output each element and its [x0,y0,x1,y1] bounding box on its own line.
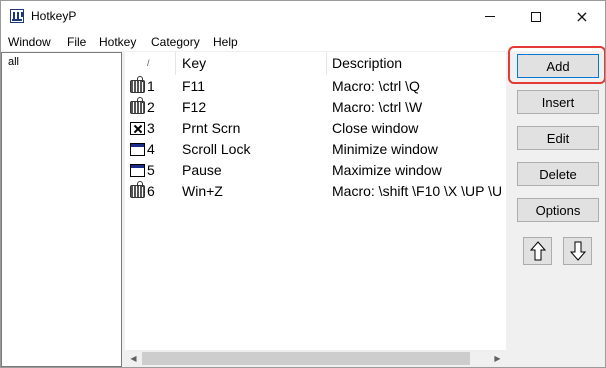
row-index: 6 [147,183,155,199]
move-down-button[interactable] [563,237,592,265]
category-list[interactable]: all [1,52,122,367]
keyboard-icon [130,76,145,93]
column-header-description-label: Description [332,55,403,71]
add-button[interactable]: Add [517,54,599,78]
maximize-button[interactable] [513,1,559,32]
table-row[interactable]: 2 F12 Macro: \ctrl \W [125,97,506,119]
scroll-left-icon: ◀ [130,354,137,363]
window-title: HotkeyP [31,9,77,23]
minimize-button[interactable] [467,1,513,32]
scroll-right-button[interactable]: ▶ [489,350,506,367]
row-description: Macro: \ctrl \Q [332,78,420,94]
row-index: 4 [147,141,155,157]
row-key: F12 [182,99,207,115]
delete-button[interactable]: Delete [517,162,599,186]
column-header-key-label: Key [182,55,207,71]
sort-indicator-icon: / [147,58,150,68]
row-key: Pause [182,162,222,178]
scroll-left-button[interactable]: ◀ [125,350,142,367]
category-item-all[interactable]: all [8,56,19,68]
row-key: Win+Z [182,183,223,199]
row-index: 5 [147,162,155,178]
insert-button[interactable]: Insert [517,90,599,114]
table-row[interactable]: 1 F11 Macro: \ctrl \Q [125,76,506,98]
arrow-down-icon [569,241,586,261]
table-row[interactable]: 4 Scroll Lock Minimize window [125,140,506,161]
arrow-up-icon [529,241,546,261]
scrollbar-thumb[interactable] [142,352,470,365]
hotkey-list[interactable]: / Key Description 1 F11 Macro: \ctrl \Q … [125,52,506,367]
row-description: Maximize window [332,162,442,178]
row-description: Close window [332,120,419,136]
column-header-description[interactable]: Description [327,52,506,75]
keyboard-icon [130,181,145,198]
menu-file[interactable]: File [67,35,86,49]
row-index: 2 [147,99,155,115]
row-description: Macro: \ctrl \W [332,99,423,115]
row-description: Macro: \shift \F10 \X \UP \U [332,183,503,199]
app-icon [10,9,24,23]
maximize-icon [531,11,541,22]
window-icon [130,143,145,156]
title-bar[interactable]: HotkeyP × [1,1,605,32]
row-index: 1 [147,78,155,94]
options-button[interactable]: Options [517,198,599,222]
table-row[interactable]: 6 Win+Z Macro: \shift \F10 \X \UP \U [125,181,506,203]
column-header-key[interactable]: Key [176,52,327,75]
menu-category[interactable]: Category [151,35,200,49]
hotkeyp-window: HotkeyP × Window File Hotkey Category He… [0,0,606,368]
horizontal-scrollbar[interactable]: ◀ ▶ [125,350,506,367]
minimize-icon [485,16,495,17]
close-icon: × [575,7,589,26]
row-key: Prnt Scrn [182,120,241,136]
keyboard-icon [130,97,145,114]
row-description: Minimize window [332,141,438,157]
row-key: F11 [182,78,206,94]
column-header-index[interactable]: / [125,52,176,75]
row-index: 3 [147,120,155,136]
window-icon [130,164,145,177]
close-window-icon [130,122,145,135]
scroll-right-icon: ▶ [494,354,501,363]
menu-hotkey[interactable]: Hotkey [99,35,136,49]
row-key: Scroll Lock [182,141,251,157]
table-row[interactable]: 3 Prnt Scrn Close window [125,119,506,140]
close-button[interactable]: × [559,1,605,32]
menu-window[interactable]: Window [8,35,51,49]
move-up-button[interactable] [523,237,552,265]
table-row[interactable]: 5 Pause Maximize window [125,161,506,182]
edit-button[interactable]: Edit [517,126,599,150]
menu-help[interactable]: Help [213,35,238,49]
